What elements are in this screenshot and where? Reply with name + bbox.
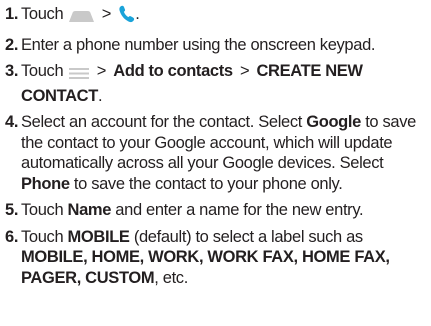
- phone-label: Phone: [21, 174, 70, 193]
- step-3: 3. Touch > Add to contacts > CREATE NEW …: [5, 61, 425, 106]
- instruction-page: 1. Touch > . 2. Enter a phone number usi…: [0, 0, 431, 326]
- step-number: 6.: [5, 227, 19, 246]
- step-text: Touch > Add to contacts > CREATE NEW CON…: [21, 61, 425, 106]
- step-text: Touch > .: [21, 4, 425, 29]
- home-screen-icon: [68, 8, 95, 29]
- step-separator: >: [101, 5, 112, 23]
- step-text-touch: Touch: [21, 62, 64, 80]
- step-text-a: Select an account for the contact. Selec…: [21, 113, 302, 131]
- step-text-end: .: [135, 5, 140, 23]
- step-6: 6. Touch MOBILE (default) to select a la…: [5, 227, 425, 289]
- step-text-end: .: [97, 86, 103, 105]
- step-number: 2.: [5, 35, 19, 54]
- steps-list: 1. Touch > . 2. Enter a phone number usi…: [5, 4, 425, 288]
- step-5: 5. Touch Name and enter a name for the n…: [5, 200, 425, 221]
- mobile-label: MOBILE: [67, 227, 130, 246]
- step-4: 4. Select an account for the contact. Se…: [5, 112, 425, 194]
- step-text-touch: Touch: [21, 5, 64, 23]
- step-separator: >: [96, 62, 107, 80]
- step-text-a: (default) to select a label such as: [133, 227, 363, 246]
- step-text-end: , etc.: [154, 268, 188, 287]
- label-options: MOBILE, HOME, WORK, WORK FAX, HOME FAX, …: [21, 248, 390, 287]
- step-number: 3.: [5, 62, 19, 80]
- google-label: Google: [306, 113, 361, 131]
- phone-icon: [118, 5, 135, 29]
- step-number: 5.: [5, 201, 19, 219]
- step-text: Touch MOBILE (default) to select a label…: [21, 227, 425, 289]
- step-text-touch: Touch: [21, 227, 64, 246]
- step-text: Select an account for the contact. Selec…: [21, 112, 425, 194]
- name-label: Name: [67, 201, 112, 219]
- step-2: 2. Enter a phone number using the onscre…: [5, 35, 425, 56]
- step-number: 4.: [5, 113, 19, 131]
- step-text: Enter a phone number using the onscreen …: [21, 35, 376, 54]
- step-number: 1.: [5, 5, 19, 23]
- menu-icon: [68, 65, 90, 86]
- step-text-c: to save the contact to your phone only.: [73, 174, 343, 193]
- step-text-rest: and enter a name for the new entry.: [115, 201, 364, 219]
- step-1: 1. Touch > .: [5, 4, 425, 29]
- add-to-contacts-label: Add to contacts: [113, 62, 233, 80]
- step-text-touch: Touch: [21, 201, 64, 219]
- step-separator: >: [239, 62, 250, 80]
- step-text: Touch Name and enter a name for the new …: [21, 200, 425, 221]
